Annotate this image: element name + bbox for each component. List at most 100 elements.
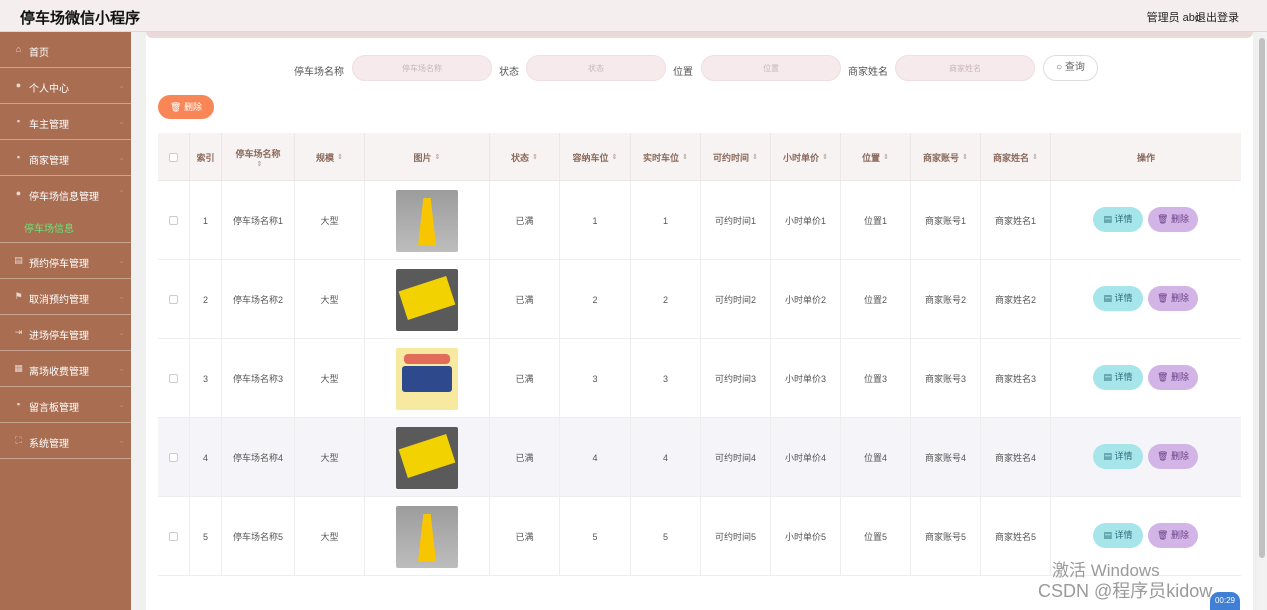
detail-button[interactable]: ▤ 详情	[1093, 286, 1143, 311]
row-checkbox[interactable]	[169, 453, 178, 462]
row-checkbox[interactable]	[169, 216, 178, 225]
name-cell: 停车场名称1	[222, 181, 295, 260]
index-cell: 1	[190, 181, 222, 260]
parking-lot-thumbnail[interactable]	[396, 189, 458, 252]
document-icon: ▤	[1103, 293, 1115, 303]
image-cell	[365, 260, 490, 339]
delete-button[interactable]: 🗑 删除	[1148, 444, 1198, 469]
search-merchant-label: 商家姓名	[848, 67, 888, 78]
sidebar-item-reservation[interactable]: ▤ 预约停车管理 ⌄	[0, 243, 131, 279]
column-header-label: 商家姓名	[993, 152, 1030, 163]
user-icon: ●	[15, 80, 22, 90]
sidebar-submenu: 停车场信息	[0, 208, 131, 243]
message-icon: ▪	[16, 399, 21, 409]
delete-button[interactable]: 🗑 删除	[1148, 207, 1198, 232]
parking-lot-thumbnail[interactable]	[396, 426, 458, 489]
search-name-input[interactable]	[352, 55, 492, 81]
detail-button[interactable]: ▤ 详情	[1093, 207, 1143, 232]
sidebar-item-cancel-reservation[interactable]: ⚑ 取消预约管理 ⌄	[0, 279, 131, 315]
row-checkbox[interactable]	[169, 295, 178, 304]
detail-label: 详情	[1114, 451, 1133, 461]
sidebar-item-personal[interactable]: ● 个人中心 ⌄	[0, 68, 131, 104]
merchant-text: 商家姓名1	[994, 216, 1036, 226]
search-status-label: 状态	[499, 67, 519, 78]
status-text: 已满	[515, 532, 534, 542]
search-name-label: 停车场名称	[294, 67, 344, 78]
parking-lot-thumbnail[interactable]	[396, 505, 458, 568]
detail-button[interactable]: ▤ 详情	[1093, 365, 1143, 390]
capacity-cell: 2	[560, 260, 631, 339]
column-header-price[interactable]: 小时单价 ⇕	[771, 133, 841, 181]
author-watermark: CSDN @程序员kidow	[1038, 581, 1213, 601]
name-text: 停车场名称5	[232, 532, 283, 542]
sort-icon: ⇕	[822, 154, 828, 161]
search-location-input[interactable]	[701, 55, 841, 81]
delete-button[interactable]: 🗑 删除	[1148, 523, 1198, 548]
sidebar-item-owner[interactable]: ▪ 车主管理 ⌄	[0, 104, 131, 140]
logout-link[interactable]: 退出登录	[1195, 9, 1239, 25]
search-button[interactable]: ○ 查询	[1043, 55, 1098, 81]
batch-delete-button[interactable]: 🗑 删除	[158, 95, 214, 119]
index-text: 3	[202, 373, 208, 384]
search-status-input[interactable]	[526, 55, 666, 81]
time-text: 可约时间3	[714, 374, 756, 384]
document-icon: ▤	[1103, 530, 1115, 540]
column-header-label: 操作	[1136, 152, 1155, 163]
page-scrollbar[interactable]	[1257, 32, 1267, 610]
location-cell: 位置5	[841, 497, 911, 576]
status-text: 已满	[515, 295, 534, 305]
price-text: 小时单价4	[784, 453, 826, 463]
sort-icon: ⇕	[883, 154, 889, 161]
home-icon: ⌂	[15, 44, 22, 54]
sidebar-item-parking-info[interactable]: ● 停车场信息管理 ⌃	[0, 176, 131, 212]
top-header: 停车场微信小程序 管理员 abo 退出登录	[0, 0, 1267, 32]
sidebar-item-home[interactable]: ⌂ 首页	[0, 32, 131, 68]
capacity-text: 2	[592, 294, 598, 305]
column-header-account[interactable]: 商家账号 ⇕	[911, 133, 981, 181]
location-text: 位置5	[863, 532, 887, 542]
column-header-realtime[interactable]: 实时车位 ⇕	[631, 133, 701, 181]
location-cell: 位置3	[841, 339, 911, 418]
scale-text: 大型	[320, 453, 339, 463]
column-header-image[interactable]: 图片 ⇕	[365, 133, 490, 181]
sidebar-subitem-parking-info[interactable]: 停车场信息	[24, 220, 74, 235]
detail-button[interactable]: ▤ 详情	[1093, 523, 1143, 548]
sidebar-item-merchant[interactable]: ▪ 商家管理 ⌄	[0, 140, 131, 176]
price-cell: 小时单价4	[771, 418, 841, 497]
scrollbar-thumb[interactable]	[1259, 38, 1265, 558]
sidebar-item-label: 进场停车管理	[29, 331, 89, 342]
delete-button[interactable]: 🗑 删除	[1148, 365, 1198, 390]
account-cell: 商家账号4	[911, 418, 981, 497]
row-checkbox[interactable]	[169, 532, 178, 541]
delete-button[interactable]: 🗑 删除	[1148, 286, 1198, 311]
index-cell: 2	[190, 260, 222, 339]
sidebar-item-entry[interactable]: ⇥ 进场停车管理 ⌄	[0, 315, 131, 351]
parking-lot-thumbnail[interactable]	[396, 347, 458, 410]
time-cell: 可约时间5	[701, 497, 771, 576]
column-header-merchant[interactable]: 商家姓名 ⇕	[981, 133, 1051, 181]
chevron-down-icon: ⌄	[118, 256, 125, 265]
price-cell: 小时单价5	[771, 497, 841, 576]
sidebar-item-message-board[interactable]: ▪ 留言板管理 ⌄	[0, 387, 131, 423]
sidebar-item-system[interactable]: ⛶ 系统管理 ⌄	[0, 423, 131, 459]
parking-lot-thumbnail[interactable]	[396, 268, 458, 331]
row-checkbox[interactable]	[169, 374, 178, 383]
detail-button[interactable]: ▤ 详情	[1093, 444, 1143, 469]
scale-text: 大型	[320, 374, 339, 384]
realtime-text: 2	[662, 294, 668, 305]
column-header-location[interactable]: 位置 ⇕	[841, 133, 911, 181]
column-header-label: 实时车位	[643, 152, 680, 163]
search-merchant-input[interactable]	[895, 55, 1035, 81]
index-cell: 3	[190, 339, 222, 418]
user-icon: ●	[15, 188, 22, 198]
realtime-cell: 1	[631, 181, 701, 260]
detail-label: 详情	[1114, 214, 1133, 224]
column-header-time[interactable]: 可约时间 ⇕	[701, 133, 771, 181]
column-header-name[interactable]: 停车场名称 ⇕	[222, 133, 295, 181]
column-header-status[interactable]: 状态 ⇕	[490, 133, 560, 181]
column-header-capacity[interactable]: 容纳车位 ⇕	[560, 133, 631, 181]
select-all-checkbox[interactable]	[169, 152, 178, 162]
sort-icon: ⇕	[752, 154, 758, 161]
sidebar-item-exit-charge[interactable]: ▦ 离场收费管理 ⌄	[0, 351, 131, 387]
column-header-scale[interactable]: 规模 ⇕	[295, 133, 365, 181]
